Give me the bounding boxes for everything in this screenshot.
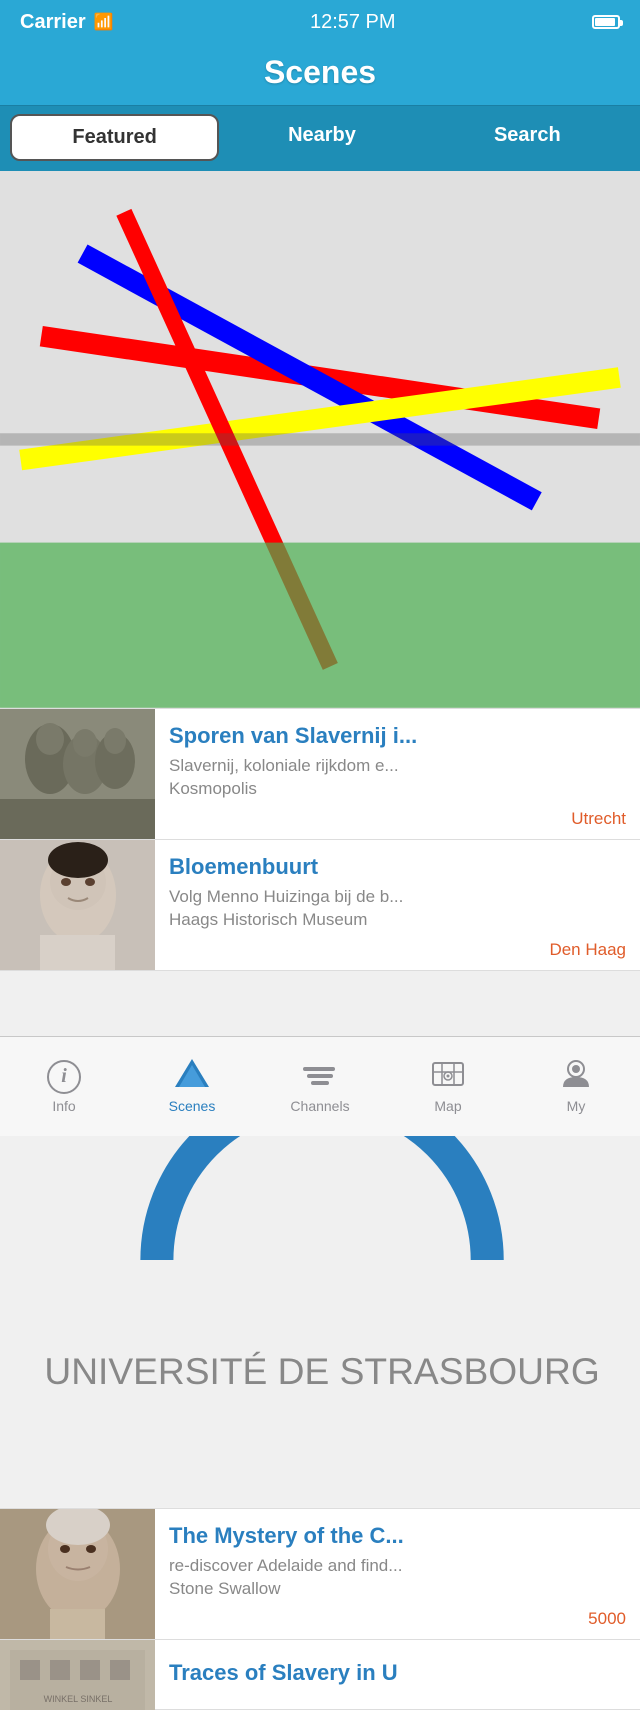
list-item[interactable]: Bloemenbuurt Volg Menno Huizinga bij de … <box>0 840 640 971</box>
scene-list: 'Geen buizen, maar h... Een verslag van … <box>0 171 640 1710</box>
map-icon <box>431 1059 465 1094</box>
bottom-nav-bar: i Info Scenes Channels <box>0 1036 640 1136</box>
scene-location-5: 5000 <box>169 1609 626 1629</box>
scene-thumbnail-5 <box>0 1509 155 1639</box>
scene-thumbnail-2 <box>0 709 155 839</box>
info-icon: i <box>47 1060 81 1094</box>
list-item[interactable]: The Mystery of the C... re-discover Adel… <box>0 1509 640 1640</box>
scene-info-5: The Mystery of the C... re-discover Adel… <box>155 1509 640 1639</box>
bottom-nav-my[interactable]: My <box>512 1037 640 1136</box>
wifi-icon: 📶 <box>94 12 114 32</box>
scenes-icon <box>175 1059 209 1094</box>
scene-info-3: Bloemenbuurt Volg Menno Huizinga bij de … <box>155 840 640 970</box>
scene-author-3: Haags Historisch Museum <box>169 910 626 930</box>
svg-text:WINKEL SINKEL: WINKEL SINKEL <box>44 1694 113 1704</box>
status-bar-right <box>592 15 620 29</box>
my-icon <box>559 1059 593 1094</box>
nav-label-scenes: Scenes <box>169 1098 216 1114</box>
list-item[interactable]: Sporen van Slavernij i... Slavernij, kol… <box>0 709 640 840</box>
tab-search[interactable]: Search <box>425 114 630 161</box>
nav-label-map: Map <box>434 1098 461 1114</box>
scene-description-5: re-discover Adelaide and find... <box>169 1555 626 1577</box>
bottom-nav-scenes[interactable]: Scenes <box>128 1037 256 1136</box>
status-bar-left: Carrier 📶 <box>20 11 114 34</box>
bottom-nav-map[interactable]: Map <box>384 1037 512 1136</box>
scene-location-2: Utrecht <box>169 809 626 829</box>
scene-thumbnail-6: WINKEL SINKEL <box>0 1640 155 1710</box>
scene-title-6: Traces of Slavery in U <box>169 1660 626 1686</box>
app-title: Scenes <box>0 54 640 91</box>
scene-info-2: Sporen van Slavernij i... Slavernij, kol… <box>155 709 640 839</box>
scene-thumbnail-3 <box>0 840 155 970</box>
carrier-label: Carrier <box>20 11 86 34</box>
status-bar: Carrier 📶 12:57 PM <box>0 0 640 44</box>
scene-title-5: The Mystery of the C... <box>169 1523 626 1549</box>
svg-text:UNIVERSITÉ DE STRASBOURG: UNIVERSITÉ DE STRASBOURG <box>44 1350 599 1392</box>
scene-description-3: Volg Menno Huizinga bij de b... <box>169 886 626 908</box>
scene-info-6: Traces of Slavery in U <box>155 1640 640 1709</box>
scene-title-2: Sporen van Slavernij i... <box>169 723 626 749</box>
tab-nearby[interactable]: Nearby <box>219 114 424 161</box>
status-bar-time: 12:57 PM <box>310 11 396 34</box>
battery-fill <box>595 18 615 26</box>
scene-author-5: Stone Swallow <box>169 1579 626 1599</box>
bottom-nav-info[interactable]: i Info <box>0 1037 128 1136</box>
scene-thumbnail-1 <box>0 171 640 708</box>
top-tab-bar: Featured Nearby Search <box>0 105 640 171</box>
nav-label-info: Info <box>52 1098 75 1114</box>
list-item[interactable]: WINKEL SINKEL Traces of Slavery in U <box>0 1640 640 1710</box>
tab-featured[interactable]: Featured <box>10 114 219 161</box>
battery-icon <box>592 15 620 29</box>
list-item[interactable]: 'Geen buizen, maar h... Een verslag van … <box>0 171 640 709</box>
channels-icon <box>303 1059 337 1094</box>
scene-author-2: Kosmopolis <box>169 779 626 799</box>
scene-title-3: Bloemenbuurt <box>169 854 626 880</box>
nav-label-my: My <box>567 1098 586 1114</box>
scene-description-2: Slavernij, koloniale rijkdom e... <box>169 755 626 777</box>
app-header: Scenes <box>0 44 640 105</box>
scene-location-3: Den Haag <box>169 940 626 960</box>
bottom-nav-channels[interactable]: Channels <box>256 1037 384 1136</box>
nav-label-channels: Channels <box>290 1098 349 1114</box>
